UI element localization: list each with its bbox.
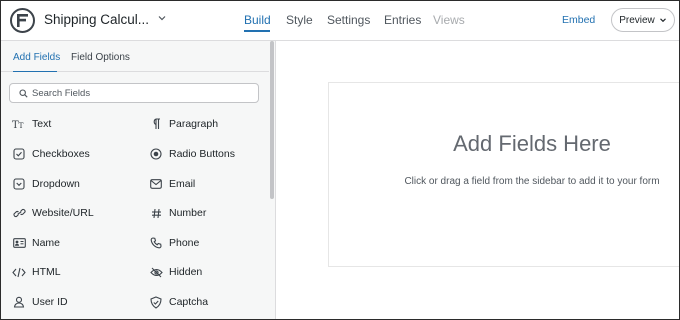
radio-icon [149,147,163,161]
drop-zone[interactable]: Add Fields Here Click or drag a field fr… [328,82,679,267]
text-icon: TT [12,117,26,131]
field-label: Name [32,237,61,249]
field-captcha[interactable]: Captcha [149,292,274,312]
field-label: Phone [169,237,200,249]
phone-icon [149,236,163,250]
field-text[interactable]: TT Text [12,114,137,134]
drop-zone-hint: Click or drag a field from the sidebar t… [404,176,660,187]
paragraph-icon [149,117,163,131]
field-paragraph[interactable]: Paragraph [149,114,274,134]
formidable-logo-icon[interactable] [10,8,35,33]
search-box [9,83,259,103]
drop-zone-title: Add Fields Here [453,131,611,156]
user-icon [12,295,26,309]
dropdown-icon [12,177,26,191]
field-label: Email [169,178,196,190]
field-label: Radio Buttons [169,148,235,160]
active-tab-indicator [244,30,270,32]
email-icon [149,177,163,191]
top-bar: Shipping Calcul... Build Style Settings … [1,1,679,41]
code-icon [12,265,26,279]
fields-sidebar: Add Fields Field Options TT Text Paragra… [1,41,276,319]
shield-check-icon [149,295,163,309]
field-hidden[interactable]: Hidden [149,262,274,282]
field-label: Checkboxes [32,148,90,160]
field-label: Text [32,118,52,130]
tab-add-fields[interactable]: Add Fields [13,52,60,63]
tab-build[interactable]: Build [244,13,271,27]
link-icon [12,206,26,220]
tab-style[interactable]: Style [286,13,313,27]
id-card-icon [12,236,26,250]
field-html[interactable]: HTML [12,262,137,282]
field-label: Captcha [169,296,209,308]
field-phone[interactable]: Phone [149,233,274,253]
active-tab-indicator [13,71,57,72]
hash-icon [149,206,163,220]
field-label: Paragraph [169,118,219,130]
tab-field-options[interactable]: Field Options [71,52,130,63]
tab-settings[interactable]: Settings [327,13,370,27]
field-name[interactable]: Name [12,233,137,253]
embed-button[interactable]: Embed [562,14,595,26]
field-website-url[interactable]: Website/URL [12,203,137,223]
checkbox-icon [12,147,26,161]
chevron-down-icon [659,18,666,23]
field-label: Hidden [169,266,203,278]
sidebar-scrollbar[interactable] [270,41,274,199]
preview-label: Preview [619,14,655,26]
chevron-down-icon[interactable] [157,13,167,23]
search-fields-input[interactable] [32,86,252,100]
field-label: Dropdown [32,178,80,190]
tab-views[interactable]: Views [433,13,465,27]
eye-slash-icon [149,265,163,279]
form-builder-window: Shipping Calcul... Build Style Settings … [0,0,680,320]
field-label: Number [169,207,207,219]
field-label: HTML [32,266,61,278]
form-title[interactable]: Shipping Calcul... [44,12,149,27]
form-canvas: Add Fields Here Click or drag a field fr… [277,42,679,319]
search-icon [19,89,28,98]
field-number[interactable]: Number [149,203,274,223]
field-user-id[interactable]: User ID [12,292,137,312]
preview-button[interactable]: Preview [611,8,675,32]
field-label: User ID [32,296,68,308]
svg-text:T: T [19,121,24,130]
field-checkboxes[interactable]: Checkboxes [12,144,137,164]
field-label: Website/URL [32,207,94,219]
field-dropdown[interactable]: Dropdown [12,174,137,194]
tab-entries[interactable]: Entries [384,13,421,27]
field-email[interactable]: Email [149,174,274,194]
field-radio-buttons[interactable]: Radio Buttons [149,144,274,164]
